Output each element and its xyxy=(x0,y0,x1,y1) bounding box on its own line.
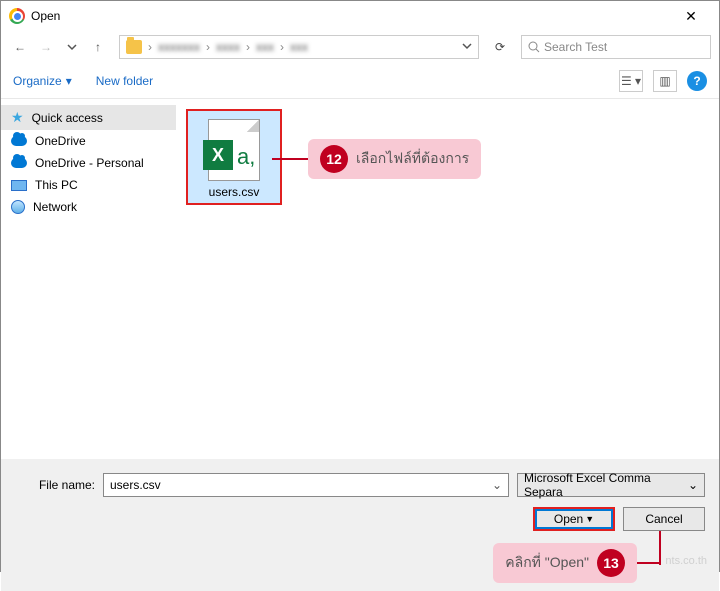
filename-value: users.csv xyxy=(110,478,161,492)
sidebar-item-onedrive-personal[interactable]: OneDrive - Personal xyxy=(1,152,176,174)
cloud-icon xyxy=(11,158,27,168)
csv-suffix-icon: a, xyxy=(237,144,255,170)
filetype-value: Microsoft Excel Comma Separa xyxy=(524,471,688,499)
annotation-number: 12 xyxy=(320,145,348,173)
watermark: nts.co.th xyxy=(665,555,707,567)
sidebar-item-label: Quick access xyxy=(32,111,103,125)
chevron-down-icon: ⌄ xyxy=(688,478,698,492)
chevron-right-icon: › xyxy=(148,40,152,54)
sidebar-item-label: OneDrive - Personal xyxy=(35,156,144,170)
breadcrumb-segment[interactable]: xxx xyxy=(256,40,274,54)
file-list[interactable]: X a, users.csv 12 เลือกไฟล์ที่ต้องการ xyxy=(176,99,719,459)
cloud-icon xyxy=(11,136,27,146)
sidebar-item-label: Network xyxy=(33,200,77,214)
annotation-12: 12 เลือกไฟล์ที่ต้องการ xyxy=(272,139,481,179)
search-placeholder: Search Test xyxy=(544,40,607,54)
back-button[interactable]: ← xyxy=(9,36,31,58)
filename-label: File name: xyxy=(15,478,95,492)
chevron-down-icon[interactable]: ⌄ xyxy=(492,478,502,492)
search-icon xyxy=(528,41,540,53)
window-title: Open xyxy=(31,9,671,23)
organize-button[interactable]: Organize▾ xyxy=(13,74,72,88)
open-button[interactable]: Open ▼ xyxy=(533,507,615,531)
star-icon: ★ xyxy=(11,109,24,126)
network-icon xyxy=(11,200,25,214)
breadcrumb-segment[interactable]: xxxxxxx xyxy=(158,40,200,54)
up-button[interactable]: ↑ xyxy=(87,36,109,58)
refresh-button[interactable]: ⟳ xyxy=(489,40,511,54)
help-button[interactable]: ? xyxy=(687,71,707,91)
new-folder-button[interactable]: New folder xyxy=(96,74,153,88)
search-input[interactable]: Search Test xyxy=(521,35,711,59)
filename-input[interactable]: users.csv ⌄ xyxy=(103,473,509,497)
annotation-number: 13 xyxy=(597,549,625,577)
annotation-text: คลิกที่ "Open" xyxy=(505,552,589,574)
file-name-label: users.csv xyxy=(192,185,276,199)
file-icon: X a, xyxy=(208,119,260,181)
folder-icon xyxy=(126,40,142,54)
sidebar: ★ Quick access OneDrive OneDrive - Perso… xyxy=(1,99,176,459)
view-options-button[interactable]: ☰ ▾ xyxy=(619,70,643,92)
sidebar-item-network[interactable]: Network xyxy=(1,196,176,218)
recent-locations-button[interactable] xyxy=(61,36,83,58)
chevron-right-icon: › xyxy=(280,40,284,54)
cancel-button[interactable]: Cancel xyxy=(623,507,705,531)
forward-button[interactable]: → xyxy=(35,36,57,58)
filetype-select[interactable]: Microsoft Excel Comma Separa ⌄ xyxy=(517,473,705,497)
file-item-users-csv[interactable]: X a, users.csv xyxy=(186,109,282,205)
sidebar-item-label: OneDrive xyxy=(35,134,86,148)
preview-pane-button[interactable]: ▥ xyxy=(653,70,677,92)
breadcrumb-segment[interactable]: xxxx xyxy=(216,40,240,54)
address-bar[interactable]: › xxxxxxx › xxxx › xxx › xxx xyxy=(119,35,479,59)
toolbar: Organize▾ New folder ☰ ▾ ▥ ? xyxy=(1,63,719,99)
chevron-down-icon: ▾ xyxy=(66,74,72,88)
sidebar-item-this-pc[interactable]: This PC xyxy=(1,174,176,196)
address-dropdown-button[interactable] xyxy=(462,40,472,54)
close-button[interactable]: ✕ xyxy=(671,8,711,25)
nav-bar: ← → ↑ › xxxxxxx › xxxx › xxx › xxx ⟳ Sea… xyxy=(1,31,719,63)
annotation-text: เลือกไฟล์ที่ต้องการ xyxy=(356,148,469,170)
title-bar: Open ✕ xyxy=(1,1,719,31)
chrome-icon xyxy=(9,8,25,24)
sidebar-item-label: This PC xyxy=(35,178,78,192)
dialog-footer: File name: users.csv ⌄ Microsoft Excel C… xyxy=(1,459,719,591)
chevron-right-icon: › xyxy=(246,40,250,54)
chevron-right-icon: › xyxy=(206,40,210,54)
excel-badge-icon: X xyxy=(203,140,233,170)
monitor-icon xyxy=(11,180,27,191)
sidebar-item-quick-access[interactable]: ★ Quick access xyxy=(1,105,176,130)
annotation-13: คลิกที่ "Open" 13 xyxy=(493,543,659,583)
sidebar-item-onedrive[interactable]: OneDrive xyxy=(1,130,176,152)
breadcrumb-segment[interactable]: xxx xyxy=(290,40,308,54)
